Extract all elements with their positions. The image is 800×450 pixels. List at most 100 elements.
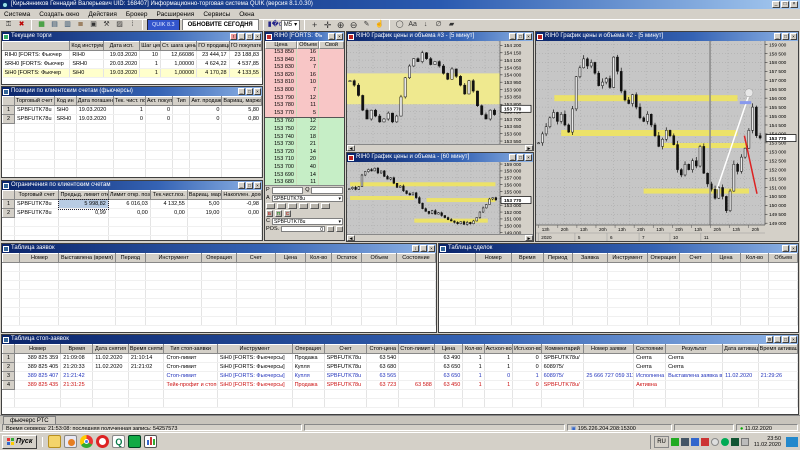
alert-icon[interactable]: ! bbox=[230, 33, 237, 40]
column-header[interactable]: Шаг цены bbox=[140, 42, 161, 51]
column-header[interactable]: Инструмент bbox=[608, 254, 647, 263]
media-player-icon[interactable] bbox=[64, 435, 77, 448]
pos-button[interactable] bbox=[336, 226, 343, 233]
scroll-right-icon[interactable]: ► bbox=[525, 235, 533, 241]
arrow-down-tool-icon[interactable]: ↓ bbox=[420, 20, 431, 30]
column-header[interactable]: Остаток bbox=[332, 254, 362, 263]
column-header[interactable]: Номер bbox=[475, 254, 511, 263]
bid-row[interactable]: 153 75022 bbox=[265, 126, 344, 134]
chart-area[interactable]: 154 200154 150154 100154 050154 000153 9… bbox=[347, 41, 533, 144]
maximize-button[interactable]: □ bbox=[246, 88, 253, 95]
column-header[interactable]: Цена bbox=[712, 254, 741, 263]
price-input[interactable] bbox=[272, 187, 304, 194]
column-header[interactable]: Счет bbox=[324, 345, 367, 354]
column-header[interactable]: Операция bbox=[647, 254, 679, 263]
column-header[interactable]: ГО покупателя bbox=[229, 42, 261, 51]
monitor-icon[interactable] bbox=[128, 435, 141, 448]
column-header[interactable]: Тек.чист.поз. bbox=[150, 191, 187, 200]
column-header[interactable]: Состояние bbox=[397, 254, 436, 263]
ask-row[interactable]: 153 84021 bbox=[265, 57, 344, 65]
maximize-button[interactable]: □ bbox=[246, 182, 253, 189]
buy-button[interactable]: Б bbox=[266, 210, 273, 217]
table-row[interactable]: 1SPBFUTK78uSiH019.03.20201005,80 bbox=[3, 106, 262, 115]
column-header[interactable]: Выставлена (время) bbox=[59, 254, 115, 263]
column-header[interactable]: Счет bbox=[679, 254, 711, 263]
tray-icon[interactable] bbox=[721, 438, 729, 446]
column-header[interactable]: Кол-во bbox=[306, 254, 332, 263]
column-header[interactable]: Код инструмента bbox=[70, 42, 104, 51]
column-header[interactable]: Тип bbox=[173, 97, 190, 106]
column-header[interactable]: Стоп-цена bbox=[367, 345, 399, 354]
table-row[interactable]: 4389 825 43521:31:25Тейк-профит и стоп-л… bbox=[3, 381, 798, 390]
zoom-out-icon[interactable]: ⊖ bbox=[348, 20, 359, 30]
column-header[interactable]: Лимит откр. поз. bbox=[108, 191, 150, 200]
bar-chart-icon[interactable]: ▮�справ bbox=[268, 20, 279, 30]
ask-row[interactable]: 153 82016 bbox=[265, 72, 344, 80]
order-button[interactable] bbox=[321, 203, 330, 210]
column-header[interactable]: Время снятия bbox=[128, 345, 164, 354]
close-button[interactable]: × bbox=[525, 154, 532, 161]
column-header[interactable]: Время активации bbox=[758, 345, 797, 354]
column-header[interactable]: Вариац. маржа bbox=[187, 191, 222, 200]
column-header[interactable]: Инструмент bbox=[217, 345, 292, 354]
close-button[interactable]: × bbox=[790, 336, 797, 343]
column-header[interactable]: Цена bbox=[265, 41, 297, 49]
minimize-button[interactable]: _ bbox=[238, 182, 245, 189]
menu-item[interactable]: Окна bbox=[239, 11, 254, 18]
column-header[interactable]: Исп.кол-во bbox=[513, 345, 541, 354]
minimize-button[interactable]: _ bbox=[772, 1, 780, 8]
minimize-button[interactable]: _ bbox=[238, 33, 245, 40]
column-header[interactable]: Период bbox=[543, 254, 572, 263]
menu-item[interactable]: Система bbox=[4, 11, 30, 18]
bid-row[interactable]: 153 70040 bbox=[265, 164, 344, 172]
bid-row[interactable]: 153 74018 bbox=[265, 134, 344, 142]
pencil-icon[interactable]: ✎ bbox=[361, 20, 372, 30]
quik-icon[interactable]: Q bbox=[112, 435, 125, 448]
column-header[interactable]: Стоп-лимит цена bbox=[399, 345, 435, 354]
disconnect-icon[interactable]: ✖ bbox=[16, 20, 27, 30]
close-button[interactable]: × bbox=[790, 33, 797, 40]
maximize-button[interactable]: □ bbox=[246, 33, 253, 40]
order-button[interactable] bbox=[299, 203, 308, 210]
show-desktop-icon[interactable] bbox=[786, 437, 798, 447]
column-header[interactable]: Торговый счет bbox=[15, 191, 59, 200]
column-header[interactable]: Счет bbox=[236, 254, 275, 263]
column-header[interactable]: Цена bbox=[434, 345, 462, 354]
column-header[interactable]: Дата погашения bbox=[76, 97, 113, 106]
language-indicator[interactable]: RU bbox=[654, 436, 669, 448]
bid-row[interactable]: 153 73021 bbox=[265, 141, 344, 149]
more-dots-icon[interactable]: ⁞ bbox=[127, 20, 138, 30]
pos-button[interactable] bbox=[327, 226, 334, 233]
menu-item[interactable]: Сервисы bbox=[203, 11, 230, 18]
chart-area[interactable]: 159 000158 500158 000157 500157 000156 5… bbox=[536, 41, 798, 241]
maximize-button[interactable]: □ bbox=[517, 154, 524, 161]
crosshair-plus-icon[interactable]: + bbox=[309, 20, 320, 30]
hand-icon[interactable]: ☝ bbox=[374, 20, 385, 30]
column-header[interactable]: Состояние bbox=[634, 345, 666, 354]
minimize-button[interactable]: _ bbox=[774, 336, 781, 343]
bid-row[interactable]: 153 69014 bbox=[265, 172, 344, 180]
chart-scrollbar[interactable]: ◄► bbox=[347, 144, 533, 151]
table-row[interactable]: 3389 825 40721:21:42Стоп-лимитSiH0 [FORT… bbox=[3, 372, 798, 381]
ask-row[interactable]: 153 85016 bbox=[265, 49, 344, 57]
move-icon[interactable]: ✛ bbox=[322, 20, 333, 30]
maximize-button[interactable]: □ bbox=[782, 33, 789, 40]
settings-wrench-icon[interactable]: ⚒ bbox=[101, 20, 112, 30]
column-header[interactable]: Номер bbox=[20, 254, 59, 263]
column-header[interactable]: Номер заявки bbox=[584, 345, 634, 354]
stats-icon[interactable] bbox=[144, 435, 157, 448]
tray-icon[interactable] bbox=[701, 438, 709, 446]
column-header[interactable]: Акт. продажа bbox=[190, 97, 222, 106]
column-header[interactable]: Накоплен. доход bbox=[222, 191, 262, 200]
column-header[interactable]: Кол-во bbox=[740, 254, 769, 263]
maximize-button[interactable]: □ bbox=[517, 33, 524, 40]
interval-select[interactable]: M5▾ bbox=[281, 20, 300, 31]
new-table-icon[interactable]: ▦ bbox=[36, 20, 47, 30]
close-button[interactable]: × bbox=[254, 182, 261, 189]
menu-item[interactable]: Создать окно bbox=[39, 11, 79, 18]
column-header[interactable]: Тек. чист. поз. bbox=[113, 97, 145, 106]
pin-icon[interactable]: ↕ bbox=[412, 245, 419, 252]
bid-row[interactable]: 153 71020 bbox=[265, 156, 344, 164]
menu-item[interactable]: Расширения bbox=[157, 11, 195, 18]
minimize-button[interactable]: _ bbox=[420, 245, 427, 252]
